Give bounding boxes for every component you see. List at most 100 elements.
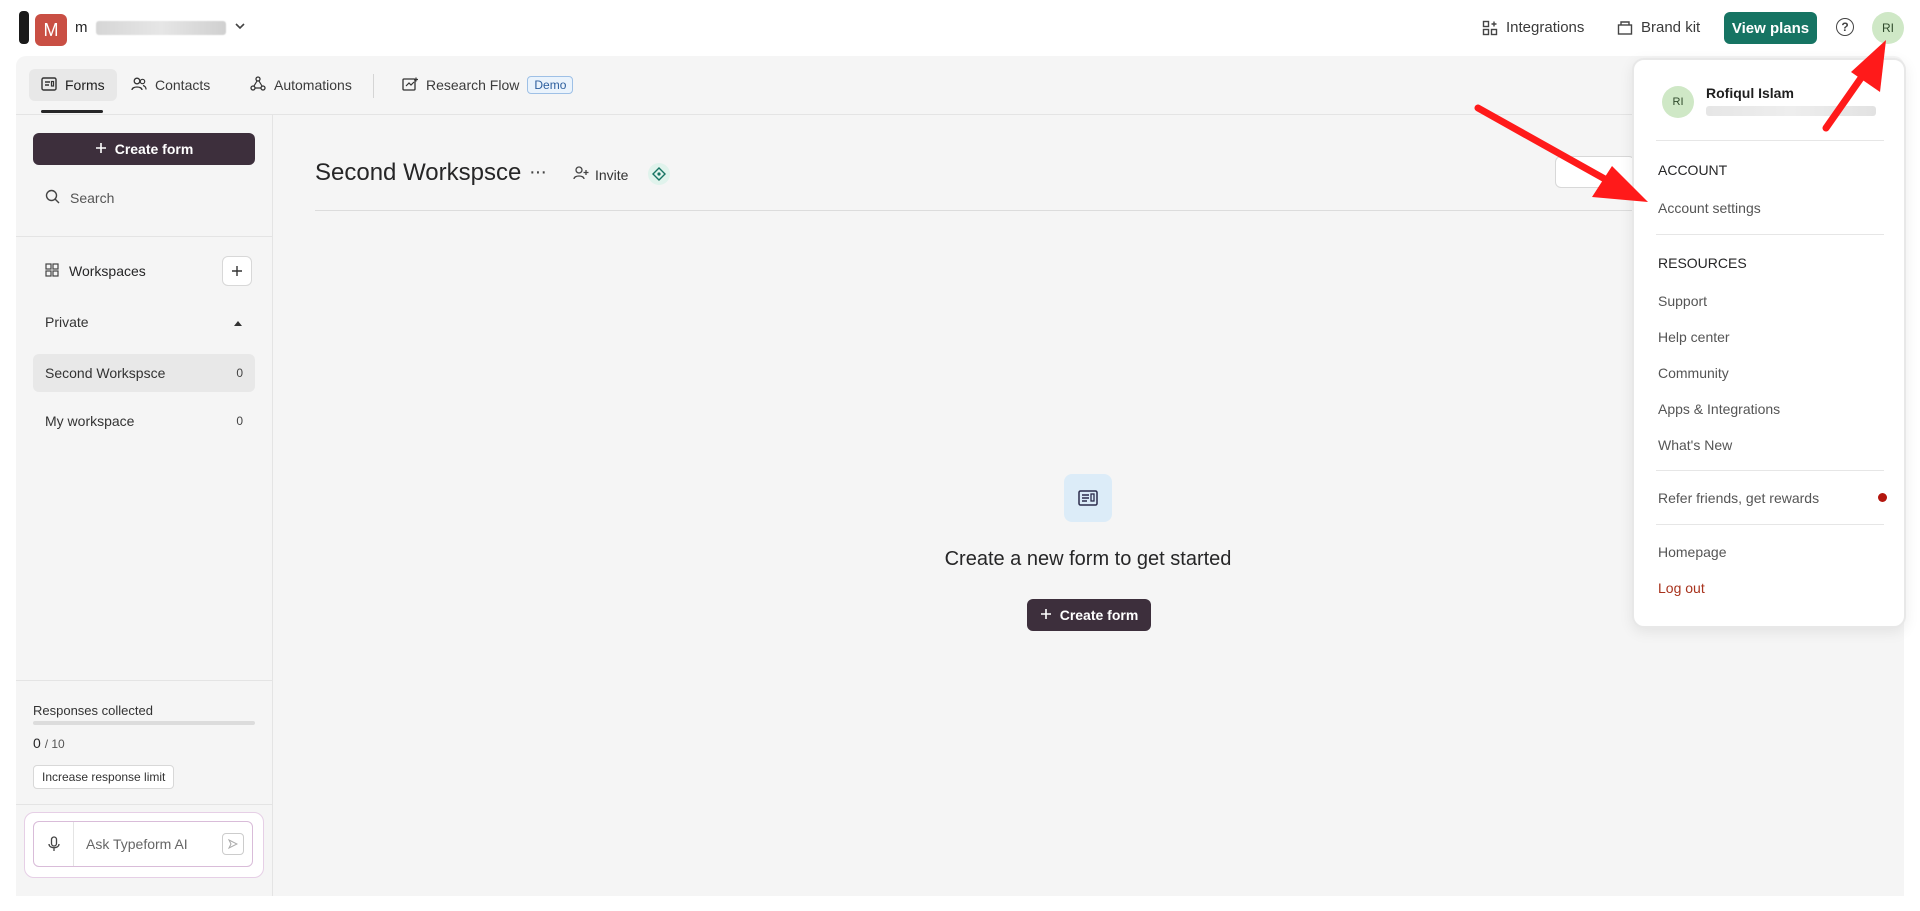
workspace-name: My workspace	[45, 413, 135, 429]
brand-kit-link[interactable]: Brand kit	[1617, 19, 1700, 36]
account-dropdown-menu: RI Rofiqul Islam ACCOUNT Account setting…	[1632, 58, 1906, 628]
menu-item-whats-new[interactable]: What's New	[1658, 437, 1732, 453]
top-bar: M m Integrations Brand kit View plans ? …	[0, 0, 1920, 56]
plus-icon	[95, 141, 107, 157]
grid-icon	[45, 262, 59, 280]
responses-count: 0 / 10	[33, 735, 65, 751]
empty-create-form-button[interactable]: Create form	[1027, 599, 1151, 631]
plus-icon	[232, 266, 242, 276]
workspace-item-second[interactable]: Second Workspsce 0	[33, 354, 255, 392]
integrations-icon	[1482, 20, 1498, 36]
sidebar-divider	[16, 804, 273, 805]
integrations-link[interactable]: Integrations	[1482, 19, 1584, 36]
workspace-more-button[interactable]: ···	[529, 161, 547, 184]
menu-item-support[interactable]: Support	[1658, 293, 1707, 309]
create-form-label: Create form	[114, 141, 194, 157]
ai-prompt-box: Ask Typeform AI	[24, 812, 264, 878]
contacts-icon	[131, 77, 147, 94]
org-name-text: m	[75, 19, 88, 36]
sidebar-divider	[16, 680, 273, 681]
private-label: Private	[45, 314, 89, 330]
invite-icon	[573, 166, 589, 183]
tab-automations-label: Automations	[274, 77, 352, 93]
dropdown-user-email-redacted	[1706, 106, 1876, 116]
help-icon[interactable]: ?	[1836, 18, 1854, 36]
view-plans-button[interactable]: View plans	[1724, 12, 1817, 44]
menu-item-refer-friends[interactable]: Refer friends, get rewards	[1658, 490, 1819, 506]
dropdown-user-name: Rofiqul Islam	[1706, 85, 1794, 101]
mic-icon[interactable]	[34, 822, 74, 866]
diamond-icon[interactable]	[648, 163, 670, 185]
caret-up-icon	[233, 314, 243, 330]
tab-contacts[interactable]: Contacts	[119, 69, 222, 101]
workspace-name: Second Workspsce	[45, 365, 166, 381]
responses-count-value: 0	[33, 735, 41, 751]
search-placeholder: Search	[70, 190, 115, 206]
org-switcher[interactable]: m	[75, 19, 246, 36]
ai-placeholder: Ask Typeform AI	[86, 836, 188, 852]
menu-divider	[1656, 140, 1884, 141]
empty-state-title: Create a new form to get started	[944, 548, 1232, 570]
tab-forms[interactable]: Forms	[29, 69, 117, 101]
forms-icon	[41, 76, 57, 94]
notification-dot	[1878, 493, 1887, 502]
workspaces-label: Workspaces	[69, 263, 146, 279]
brand-kit-icon	[1617, 20, 1633, 36]
demo-badge: Demo	[527, 76, 574, 94]
responses-limit: / 10	[44, 737, 65, 751]
automations-icon	[250, 75, 266, 95]
org-name-redacted	[95, 20, 226, 35]
menu-divider	[1656, 234, 1884, 235]
tab-research-flow-label: Research Flow	[426, 77, 520, 93]
menu-divider	[1656, 470, 1884, 471]
main-divider	[315, 210, 1695, 211]
dropdown-avatar: RI	[1662, 86, 1694, 118]
tab-research-flow[interactable]: Research Flow Demo	[390, 69, 585, 101]
private-section-toggle[interactable]: Private	[33, 307, 255, 337]
integrations-label: Integrations	[1506, 19, 1585, 36]
view-toggle-button[interactable]	[1555, 156, 1635, 188]
invite-label: Invite	[595, 166, 629, 183]
ai-input[interactable]: Ask Typeform AI	[33, 821, 253, 867]
sidebar-toggle-tab[interactable]	[19, 11, 29, 44]
menu-item-community[interactable]: Community	[1658, 365, 1729, 381]
add-workspace-button[interactable]	[222, 256, 252, 286]
responses-progress-bar	[33, 721, 255, 725]
form-doc-icon	[1064, 474, 1112, 522]
menu-divider	[1656, 524, 1884, 525]
menu-item-help-center[interactable]: Help center	[1658, 329, 1730, 345]
workspace-count: 0	[236, 366, 243, 380]
tab-separator	[373, 74, 374, 98]
menu-item-account-settings[interactable]: Account settings	[1658, 200, 1761, 216]
tab-automations[interactable]: Automations	[238, 69, 364, 101]
org-avatar[interactable]: M	[35, 14, 67, 46]
tab-contacts-label: Contacts	[155, 77, 211, 93]
menu-item-apps-integrations[interactable]: Apps & Integrations	[1658, 401, 1780, 417]
responses-label: Responses collected	[33, 703, 153, 718]
user-avatar-button[interactable]: RI	[1872, 12, 1904, 44]
research-flow-icon	[402, 77, 418, 94]
tab-forms-label: Forms	[65, 77, 105, 93]
account-section-header: ACCOUNT	[1658, 162, 1728, 178]
brand-kit-label: Brand kit	[1641, 19, 1701, 36]
workspace-item-my[interactable]: My workspace 0	[33, 402, 255, 440]
send-icon[interactable]	[222, 833, 244, 855]
increase-limit-button[interactable]: Increase response limit	[33, 765, 175, 789]
menu-item-log-out[interactable]: Log out	[1658, 580, 1705, 596]
invite-button[interactable]: Invite	[573, 166, 628, 183]
search-icon	[45, 189, 60, 207]
resources-section-header: RESOURCES	[1658, 255, 1747, 271]
plus-icon	[1040, 607, 1052, 623]
sidebar: Create form Search Workspaces Private Se…	[16, 115, 273, 896]
active-tab-indicator	[41, 110, 103, 113]
menu-item-homepage[interactable]: Homepage	[1658, 544, 1727, 560]
create-form-button[interactable]: Create form	[33, 133, 255, 165]
workspace-title: Second Workspsce	[315, 159, 522, 186]
chevron-down-icon	[234, 20, 246, 35]
main-tabs: Forms Contacts Automations Research Flow…	[16, 56, 1904, 115]
sidebar-search-input[interactable]: Search	[33, 178, 255, 218]
org-initial: M	[43, 19, 59, 40]
sidebar-divider	[16, 236, 273, 237]
empty-create-form-label: Create form	[1059, 607, 1139, 623]
workspace-count: 0	[236, 414, 243, 428]
